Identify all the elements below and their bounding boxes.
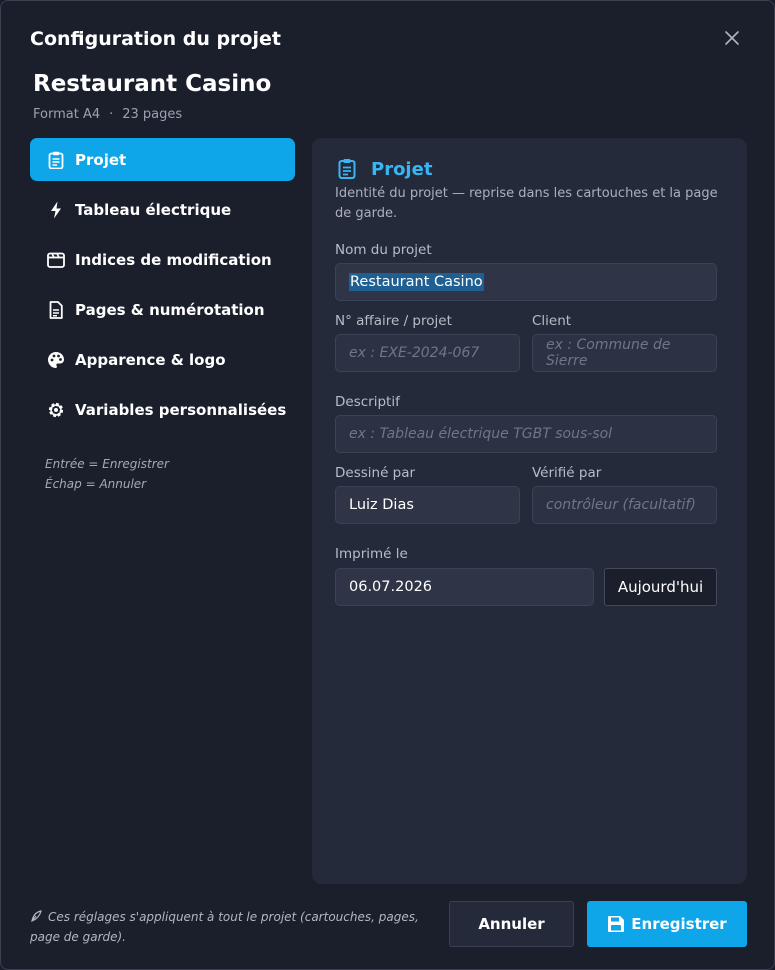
- palette-icon: [46, 350, 66, 370]
- cancel-button[interactable]: Annuler: [449, 901, 574, 947]
- project-name-input[interactable]: Restaurant Casino: [335, 263, 717, 301]
- hint-enter: Entrée = Enregistrer: [45, 457, 169, 471]
- project-meta: Format A4 · 23 pages: [33, 107, 182, 122]
- projet-panel: Projet Identité du projet — reprise dans…: [312, 138, 747, 884]
- gear-icon: [46, 400, 66, 420]
- save-button[interactable]: Enregistrer: [587, 901, 747, 947]
- panel-title: Projet: [371, 158, 433, 180]
- clipboard-icon: [46, 150, 66, 170]
- client-label: Client: [532, 313, 572, 329]
- printed-on-label: Imprimé le: [335, 546, 408, 562]
- project-page-count: 23 pages: [122, 107, 183, 122]
- clipboard-icon: [338, 158, 358, 180]
- description-label: Descriptif: [335, 394, 400, 410]
- project-name-label: Nom du projet: [335, 242, 432, 258]
- checked-by-label: Vérifié par: [532, 465, 602, 481]
- sidebar-item-tableau-electrique[interactable]: Tableau électrique: [30, 188, 295, 231]
- sidebar-item-label: Pages & numérotation: [75, 300, 265, 319]
- panel-header: Projet: [338, 158, 432, 180]
- bolt-icon: [46, 200, 66, 220]
- sidebar-item-indices[interactable]: Indices de modification: [30, 238, 295, 281]
- checked-by-input[interactable]: contrôleur (facultatif): [532, 486, 717, 524]
- description-input[interactable]: ex : Tableau électrique TGBT sous-sol: [335, 415, 717, 453]
- panel-description: Identité du projet — reprise dans les ca…: [335, 186, 718, 221]
- sidebar-item-projet[interactable]: Projet: [30, 138, 295, 181]
- project-config-dialog: Configuration du projet Restaurant Casin…: [0, 0, 775, 970]
- sidebar-item-apparence[interactable]: Apparence & logo: [30, 338, 295, 381]
- project-format: Format A4: [33, 107, 101, 122]
- sidebar-item-label: Apparence & logo: [75, 350, 226, 369]
- footer-note-text: Ces réglages s'appliquent à tout le proj…: [30, 910, 419, 944]
- job-number-label: N° affaire / projet: [335, 313, 452, 329]
- drawn-by-label: Dessiné par: [335, 465, 416, 481]
- hint-escape: Échap = Annuler: [45, 477, 147, 491]
- close-icon[interactable]: [721, 27, 743, 49]
- job-number-input[interactable]: ex : EXE-2024-067: [335, 334, 520, 372]
- document-icon: [46, 300, 66, 320]
- sidebar-nav: Projet Tableau électrique Indices de mod…: [30, 138, 295, 438]
- feather-icon: [30, 908, 44, 922]
- meta-separator: ·: [109, 107, 114, 122]
- sidebar-item-label: Tableau électrique: [75, 200, 232, 219]
- drawn-by-input[interactable]: Luiz Dias: [335, 486, 520, 524]
- keyboard-hints: Entrée = Enregistrer Échap = Annuler: [45, 454, 169, 494]
- dialog-title: Configuration du projet: [30, 28, 281, 50]
- floppy-disk-icon: [607, 915, 625, 933]
- footer-note: Ces réglages s'appliquent à tout le proj…: [30, 907, 430, 947]
- project-name-value: Restaurant Casino: [349, 273, 484, 291]
- client-input[interactable]: ex : Commune de Sierre: [532, 334, 717, 372]
- sidebar-item-label: Indices de modification: [75, 250, 272, 269]
- sidebar-item-label: Variables personnalisées: [75, 400, 287, 419]
- sidebar-item-label: Projet: [75, 150, 127, 169]
- clapperboard-icon: [46, 250, 66, 270]
- project-name-heading: Restaurant Casino: [33, 71, 272, 97]
- printed-on-input[interactable]: 06.07.2026: [335, 568, 594, 606]
- sidebar-item-pages[interactable]: Pages & numérotation: [30, 288, 295, 331]
- today-button[interactable]: Aujourd'hui: [604, 568, 717, 606]
- save-button-label: Enregistrer: [631, 915, 727, 933]
- sidebar-item-variables[interactable]: Variables personnalisées: [30, 388, 295, 431]
